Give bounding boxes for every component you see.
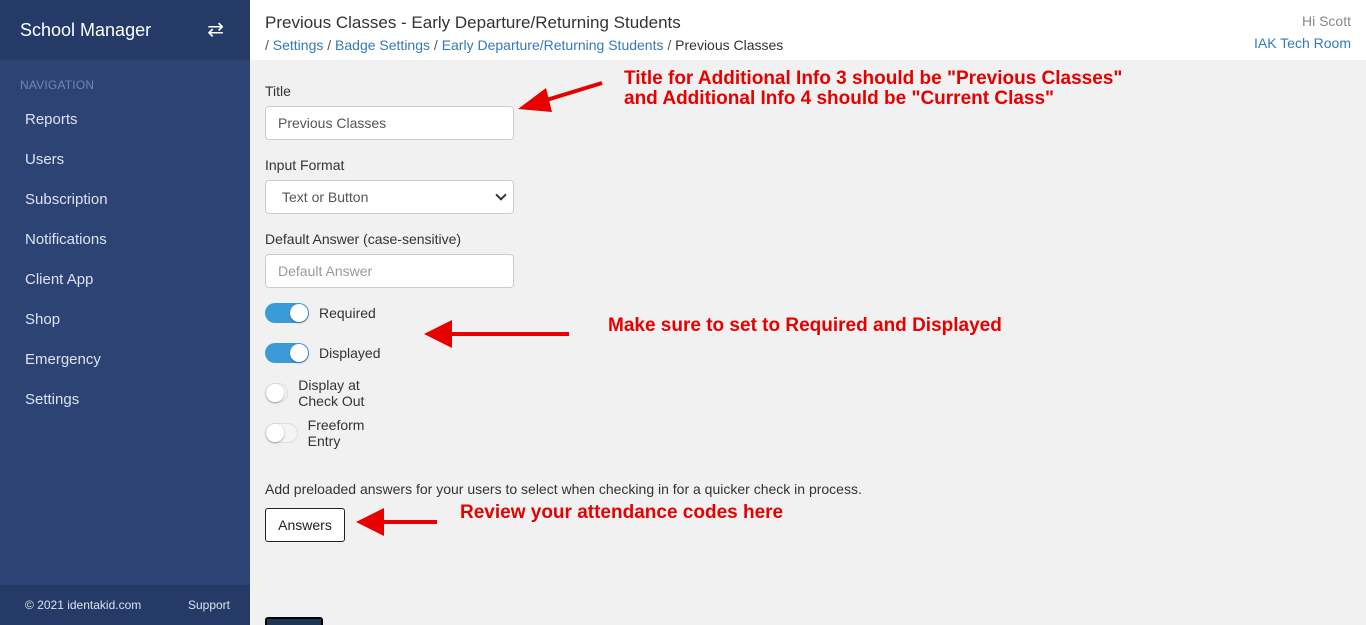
toggles-arrow-icon bbox=[424, 320, 569, 348]
annotation-arrows bbox=[356, 81, 603, 536]
title-arrow-icon bbox=[518, 81, 603, 112]
answers-arrow-icon bbox=[356, 508, 437, 536]
